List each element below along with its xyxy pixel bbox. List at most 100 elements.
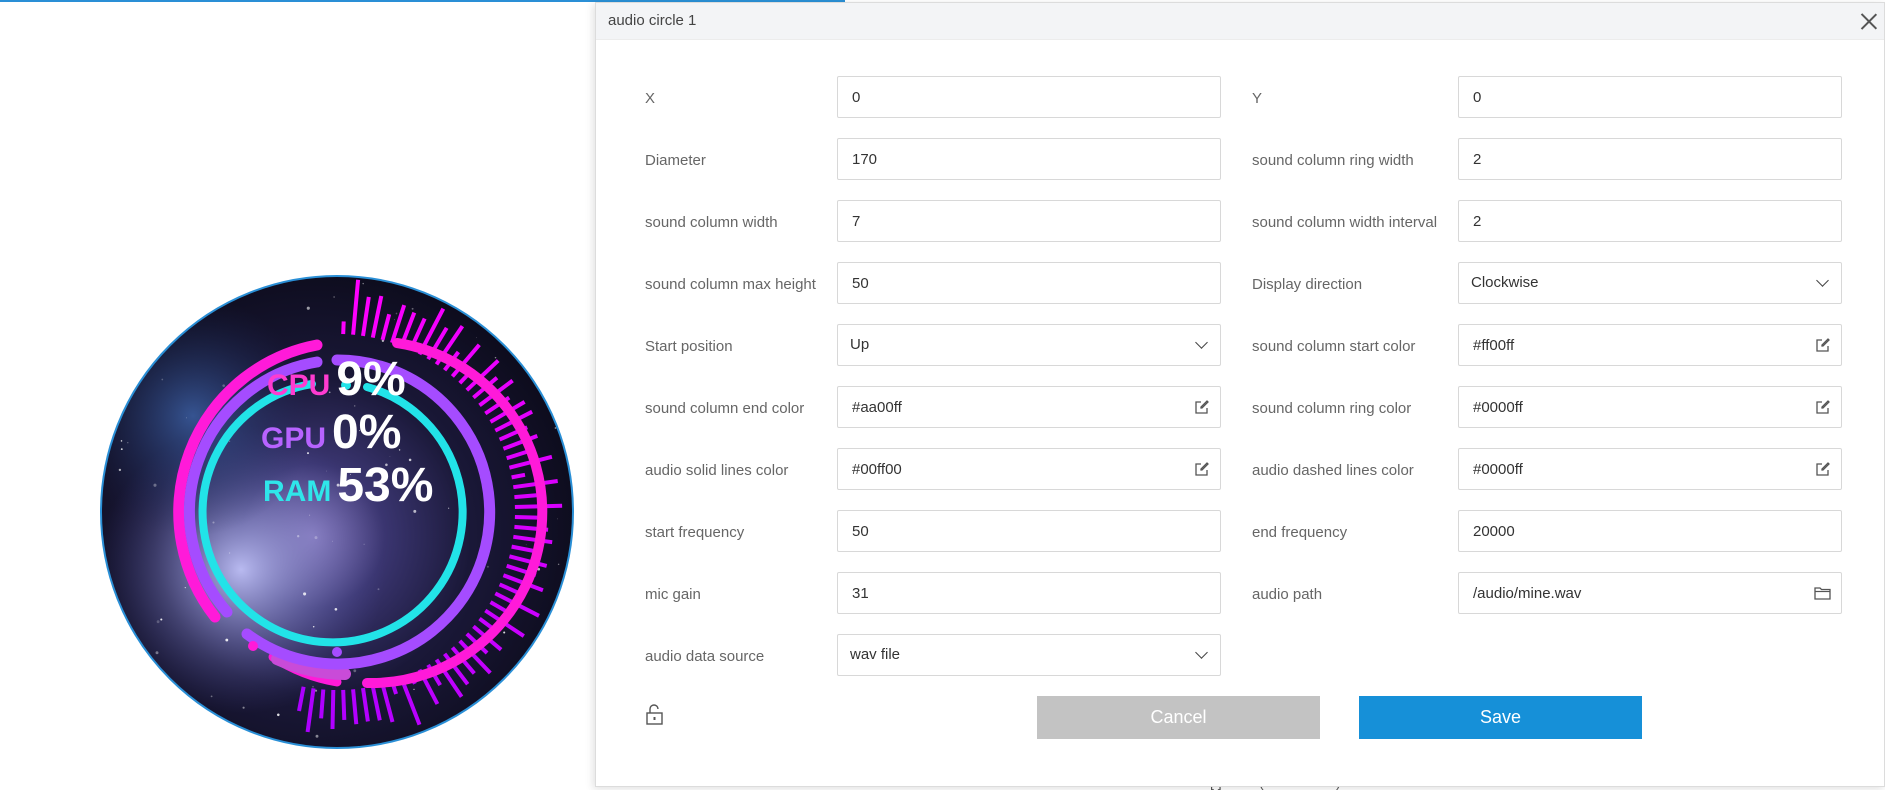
- star: [309, 514, 311, 516]
- sound-column: [319, 689, 326, 719]
- star: [314, 536, 318, 540]
- edit-icon[interactable]: [1815, 399, 1831, 415]
- end-frequency-field[interactable]: [1458, 510, 1842, 552]
- star: [377, 588, 380, 591]
- y-field[interactable]: [1458, 76, 1842, 118]
- start-frequency-input[interactable]: [838, 511, 1220, 551]
- star: [224, 730, 226, 732]
- star: [133, 694, 135, 696]
- start-frequency-field[interactable]: [837, 510, 1221, 552]
- star: [411, 307, 414, 310]
- star: [413, 688, 415, 690]
- star: [525, 544, 527, 546]
- start-frequency-label: start frequency: [645, 524, 745, 541]
- dashed-lines-color-label: audio dashed lines color: [1252, 462, 1414, 479]
- column-max-height-field[interactable]: [837, 262, 1221, 304]
- star: [331, 540, 333, 542]
- edit-icon[interactable]: [1194, 461, 1210, 477]
- audio-data-source-value: wav file: [850, 646, 901, 663]
- column-end-color-label: sound column end color: [645, 400, 805, 417]
- star: [155, 651, 159, 655]
- column-width-interval-field[interactable]: [1458, 200, 1842, 242]
- cancel-button[interactable]: Cancel: [1037, 696, 1320, 739]
- audio-path-input[interactable]: [1459, 573, 1841, 613]
- column-max-height-input[interactable]: [838, 263, 1220, 303]
- star: [255, 284, 257, 286]
- dialog-header: audio circle 1: [596, 3, 1884, 40]
- ring-width-input[interactable]: [1459, 139, 1841, 179]
- save-button[interactable]: Save: [1359, 696, 1642, 739]
- star: [475, 337, 478, 339]
- y-input[interactable]: [1459, 77, 1841, 117]
- column-width-interval-label: sound column width interval: [1252, 214, 1438, 231]
- ram-stat: RAM 53%: [97, 458, 577, 513]
- column-start-color-input[interactable]: [1459, 325, 1841, 365]
- start-position-value: Up: [850, 336, 870, 353]
- star: [557, 563, 560, 566]
- audio-data-source-select[interactable]: wav file: [837, 634, 1221, 676]
- star: [306, 306, 310, 310]
- mic-gain-field[interactable]: [837, 572, 1221, 614]
- display-direction-select[interactable]: Clockwise: [1458, 262, 1842, 304]
- star: [225, 638, 229, 642]
- column-start-color-field[interactable]: [1458, 324, 1842, 366]
- column-width-label: sound column width: [645, 214, 778, 231]
- ring-dot-left: [248, 641, 258, 651]
- mic-gain-input[interactable]: [838, 573, 1220, 613]
- star: [540, 683, 544, 687]
- star: [486, 565, 489, 568]
- column-ring-color-field[interactable]: [1458, 386, 1842, 428]
- folder-icon[interactable]: [1814, 586, 1831, 600]
- audio-path-field[interactable]: [1458, 572, 1842, 614]
- edit-icon[interactable]: [1815, 337, 1831, 353]
- start-position-select[interactable]: Up: [837, 324, 1221, 366]
- ram-label: RAM: [263, 475, 332, 508]
- edit-icon[interactable]: [1815, 461, 1831, 477]
- audio-circle-preview: CPU 9% GPU 0% RAM 53%: [97, 272, 577, 752]
- star: [557, 518, 558, 520]
- column-end-color-field[interactable]: [837, 386, 1221, 428]
- column-ring-color-input[interactable]: [1459, 387, 1841, 427]
- end-frequency-label: end frequency: [1252, 524, 1348, 541]
- star: [277, 713, 280, 717]
- audio-data-source-label: audio data source: [645, 648, 765, 665]
- star: [393, 319, 395, 321]
- star: [210, 695, 213, 698]
- end-frequency-input[interactable]: [1459, 511, 1841, 551]
- sound-column: [330, 689, 336, 730]
- star: [303, 592, 307, 596]
- diameter-field[interactable]: [837, 138, 1221, 180]
- column-ring-color-label: sound column ring color: [1252, 400, 1412, 417]
- star: [395, 312, 398, 315]
- dashed-lines-color-field[interactable]: [1458, 448, 1842, 490]
- ring-dot-bottom: [332, 647, 342, 657]
- star: [362, 282, 364, 285]
- column-width-field[interactable]: [837, 200, 1221, 242]
- star: [184, 587, 186, 589]
- column-end-color-input[interactable]: [838, 387, 1220, 427]
- ring-width-field[interactable]: [1458, 138, 1842, 180]
- audio-path-label: audio path: [1252, 586, 1323, 603]
- ring-width-label: sound column ring width: [1252, 152, 1414, 169]
- star: [297, 535, 300, 538]
- star: [521, 726, 524, 728]
- star: [503, 631, 506, 634]
- star: [107, 344, 110, 348]
- x-field[interactable]: [837, 76, 1221, 118]
- column-width-input[interactable]: [838, 201, 1220, 241]
- display-direction-label: Display direction: [1252, 276, 1363, 293]
- dashed-lines-color-input[interactable]: [1459, 449, 1841, 489]
- solid-lines-color-label: audio solid lines color: [645, 462, 789, 479]
- column-width-interval-input[interactable]: [1459, 201, 1841, 241]
- solid-lines-color-input[interactable]: [838, 449, 1220, 489]
- star: [312, 625, 315, 628]
- edit-icon[interactable]: [1194, 399, 1210, 415]
- ram-value: 53%: [337, 459, 434, 512]
- x-input[interactable]: [838, 77, 1220, 117]
- start-position-label: Start position: [645, 338, 733, 355]
- unlock-icon[interactable]: [645, 703, 665, 725]
- star: [315, 734, 319, 738]
- diameter-input[interactable]: [838, 139, 1220, 179]
- solid-lines-color-field[interactable]: [837, 448, 1221, 490]
- close-icon[interactable]: [1858, 10, 1880, 32]
